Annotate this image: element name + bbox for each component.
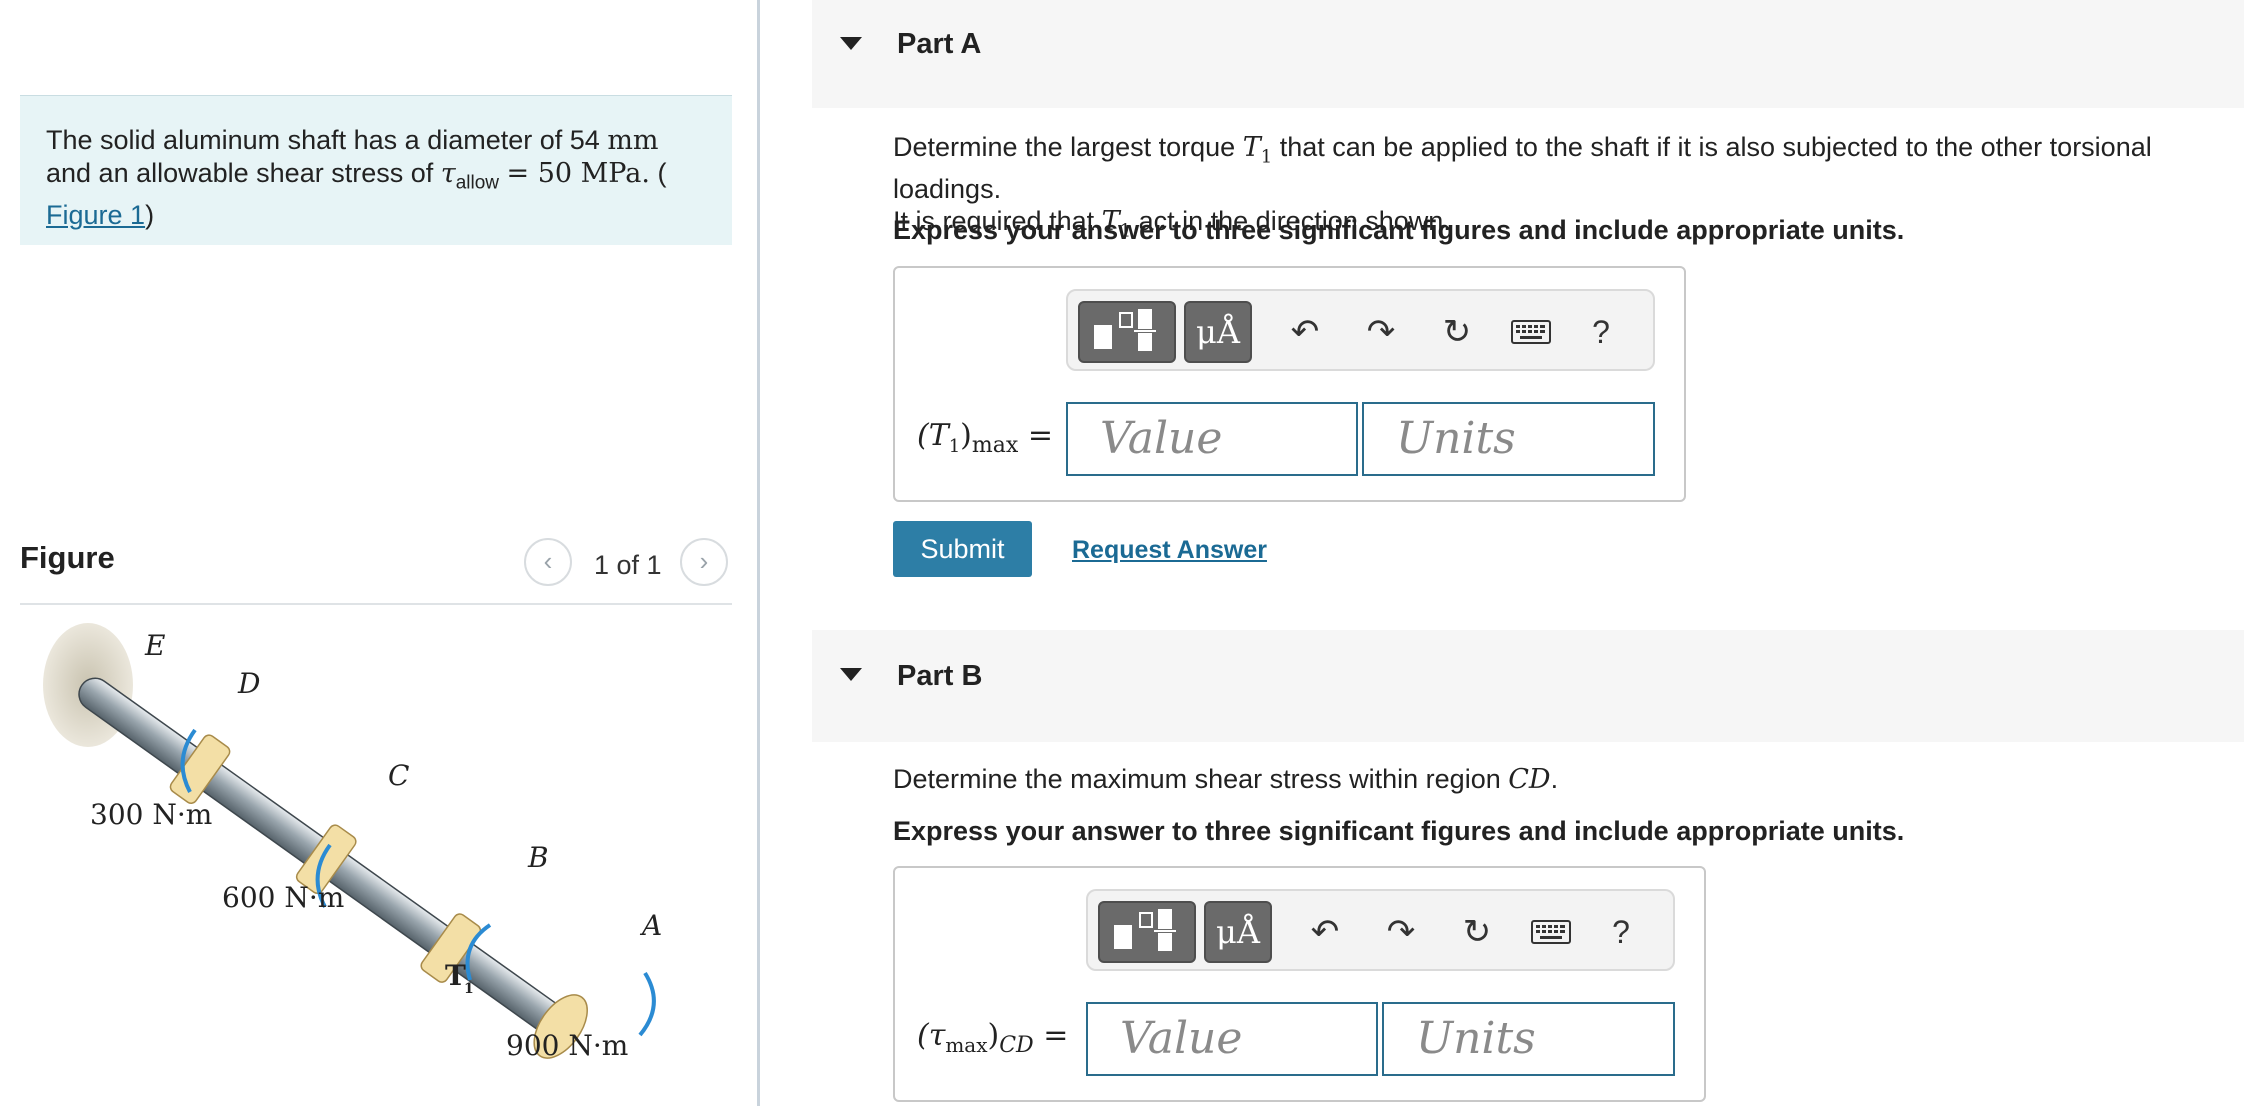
label-B: B [527, 841, 549, 874]
part-a-header[interactable]: Part A [812, 0, 2244, 108]
help-button[interactable]: ? [1578, 309, 1624, 355]
prev-figure-button[interactable]: ‹ [524, 538, 572, 586]
left-panel: The solid aluminum shaft has a diameter … [0, 0, 758, 1106]
allowable-stress-value: = 50 MPa. [506, 158, 650, 189]
problem-unit: mm [607, 125, 659, 156]
label-D: D [237, 667, 260, 700]
keyboard-icon[interactable] [1508, 309, 1554, 355]
request-answer-link[interactable]: Request Answer [1072, 536, 1267, 565]
part-a-value-input[interactable]: Value [1066, 402, 1358, 476]
chevron-right-icon: › [699, 546, 709, 576]
part-b-value-input[interactable]: Value [1086, 1002, 1378, 1076]
figure-title: Figure [20, 540, 115, 575]
part-a-toolbar: μÅ ↶ ↷ ↻ ? [1066, 289, 1655, 371]
label-T1-sub: 1 [464, 981, 474, 997]
torque-600-label: 600 N·m [222, 881, 344, 914]
label-C: C [388, 759, 409, 792]
caret-down-icon[interactable] [840, 37, 862, 50]
part-b-title: Part B [897, 660, 983, 692]
part-a-answer-label: (T1)max = [917, 418, 1053, 458]
part-a-instruction: Express your answer to three significant… [893, 215, 1905, 245]
templates-icon [1114, 909, 1176, 951]
keyboard-icon[interactable] [1528, 909, 1574, 955]
part-b-toolbar: μÅ ↶ ↷ ↻ ? [1086, 889, 1675, 971]
problem-text: The solid aluminum shaft has a diameter … [46, 125, 600, 155]
label-T1: T [445, 959, 466, 992]
part-b-header[interactable]: Part B [812, 630, 2244, 742]
shaft-body [78, 677, 588, 1059]
units-button[interactable]: μÅ [1184, 301, 1252, 363]
templates-icon [1094, 309, 1156, 351]
part-b-units-input[interactable]: Units [1382, 1002, 1675, 1076]
templates-button[interactable] [1078, 301, 1176, 363]
chevron-left-icon: ‹ [543, 546, 553, 576]
part-a-answer-box: μÅ ↶ ↷ ↻ ? (T1)max = Value Units [893, 266, 1686, 502]
undo-icon[interactable]: ↶ [1282, 309, 1328, 355]
undo-icon[interactable]: ↶ [1302, 909, 1348, 955]
label-A: A [639, 909, 662, 942]
templates-button[interactable] [1098, 901, 1196, 963]
torque-arrow-A [638, 971, 656, 1037]
tau-allow: τallow [440, 158, 499, 194]
reset-icon[interactable]: ↻ [1434, 309, 1480, 355]
problem-text-2: and an allowable shear stress of [46, 158, 434, 188]
problem-statement: The solid aluminum shaft has a diameter … [20, 95, 732, 245]
redo-icon[interactable]: ↷ [1358, 309, 1404, 355]
torque-300-label: 300 N·m [90, 798, 212, 831]
reset-icon[interactable]: ↻ [1454, 909, 1500, 955]
figure-pager: 1 of 1 [594, 550, 662, 580]
figure-header: Figure ‹ 1 of 1 › [20, 530, 732, 605]
next-figure-button[interactable]: › [680, 538, 728, 586]
figure-link[interactable]: Figure 1 [46, 200, 145, 230]
torque-900-label: 900 N·m [506, 1029, 628, 1062]
units-button[interactable]: μÅ [1204, 901, 1272, 963]
caret-down-icon[interactable] [840, 668, 862, 681]
panel-divider [757, 0, 760, 1106]
part-a-title: Part A [897, 28, 982, 60]
part-b-answer-label: (τmax)CD = [917, 1018, 1069, 1058]
shaft-figure: E D C B A T 1 300 N·m 600 N·m 900 N·m [43, 623, 662, 1062]
submit-button[interactable]: Submit [893, 521, 1032, 577]
part-b-instruction: Express your answer to three significant… [893, 816, 1905, 846]
label-E: E [144, 629, 165, 662]
part-a-units-input[interactable]: Units [1362, 402, 1655, 476]
part-b-question: Determine the maximum shear stress withi… [893, 764, 1559, 795]
part-b-answer-box: μÅ ↶ ↷ ↻ ? (τmax)CD = Value Units [893, 866, 1706, 1102]
help-button[interactable]: ? [1598, 909, 1644, 955]
redo-icon[interactable]: ↷ [1378, 909, 1424, 955]
